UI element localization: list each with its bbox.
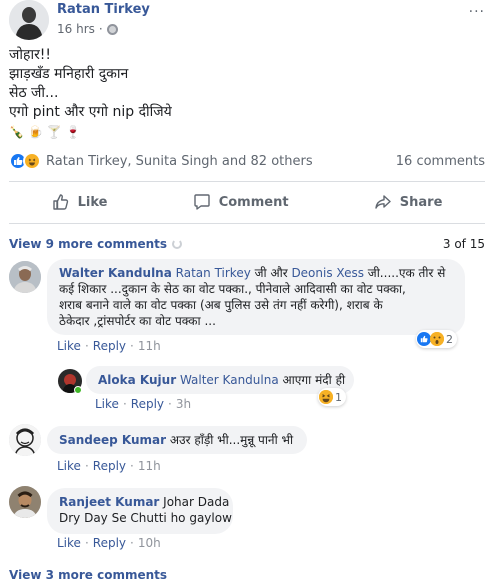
share-label: Share [399, 194, 443, 210]
like-reaction-icon [417, 332, 431, 346]
comment-reactions[interactable]: 2 [416, 330, 457, 348]
comment-time[interactable]: 3h [176, 397, 191, 411]
comment-button[interactable]: Comment [193, 193, 289, 211]
separator-dot: · [130, 459, 134, 473]
divider [9, 181, 485, 182]
comment-text: जी और [250, 266, 292, 280]
comment-reactions[interactable]: 1 [318, 388, 346, 406]
cocktail-emoji: 🍸 [46, 125, 62, 139]
separator-dot: · [84, 459, 89, 473]
comment-actions: Like · Reply · 11h [57, 459, 161, 473]
wow-reaction-icon [430, 332, 444, 346]
post-text: जोहार!! झाड़खँड मनिहारी दुकान सेठ जी... … [9, 46, 172, 142]
comment-text: अउर हाँड़ी भी...मुन्नू पानी भी [166, 433, 294, 447]
commenter-name[interactable]: Sandeep Kumar [59, 433, 166, 447]
separator-dot: · [130, 339, 134, 353]
separator-dot: · [130, 536, 134, 550]
comment-time[interactable]: 10h [138, 536, 161, 550]
champagne-emoji: 🍾 [9, 125, 24, 139]
commenter-avatar[interactable] [9, 486, 41, 518]
separator-dot: · [84, 339, 89, 353]
post-time[interactable]: 16 hrs [57, 22, 95, 36]
comment-text: Johar Dada [159, 495, 230, 509]
action-bar: Like Comment Share [9, 186, 485, 218]
comment-time[interactable]: 11h [138, 339, 161, 353]
comment-bubble: Ranjeet Kumar Johar Dada Dry Day Se Chut… [47, 488, 233, 534]
haha-reaction-icon [319, 390, 333, 404]
commenter-avatar[interactable] [9, 424, 41, 456]
separator-dot: · [168, 397, 172, 411]
comments-pager: 3 of 15 [442, 237, 485, 251]
comments-bar: View 9 more comments 3 of 15 [9, 237, 485, 251]
comment-like-link[interactable]: Like [57, 459, 81, 473]
share-button[interactable]: Share [374, 193, 443, 211]
comments-count[interactable]: 16 comments [396, 154, 485, 169]
comment-bubble: Sandeep Kumar अउर हाँड़ी भी...मुन्नू पान… [47, 426, 307, 454]
divider [9, 223, 485, 224]
comment-text: Dry Day Se Chutti ho gaylow [59, 511, 232, 525]
mention-tag[interactable]: Deonis Xess [291, 266, 364, 280]
more-options-icon[interactable]: ··· [469, 4, 485, 20]
comment-icon [193, 194, 210, 210]
haha-reaction-icon[interactable] [23, 152, 41, 170]
like-label: Like [77, 194, 108, 210]
comment-text: जी.....एक तीर से [363, 266, 446, 280]
view-more-comments-link[interactable]: View 3 more comments [9, 568, 167, 580]
comment-reply-link[interactable]: Reply [93, 339, 126, 353]
separator-dot: · [84, 536, 89, 550]
comment-label: Comment [218, 194, 289, 210]
separator-dot: · [98, 22, 103, 36]
comment-actions: Like · Reply · 3h [95, 397, 191, 411]
reaction-names[interactable]: Ratan Tirkey, Sunita Singh and 82 others [46, 154, 313, 169]
post-meta: 16 hrs · [57, 22, 118, 36]
post-line: जोहार!! [9, 47, 52, 63]
post-line: झाड़खँड मनिहारी दुकान [9, 66, 129, 82]
author-name[interactable]: Ratan Tirkey [57, 2, 150, 17]
comment-time[interactable]: 11h [138, 459, 161, 473]
mention-tag[interactable]: Ratan Tirkey [176, 266, 251, 280]
post-line: एगो pint और एगो nip दीजिये [9, 104, 172, 120]
wine-emoji: 🍷 [65, 125, 81, 139]
comment-reply-link[interactable]: Reply [93, 536, 126, 550]
like-button[interactable]: Like [52, 193, 108, 211]
comment-bubble: Walter Kandulna Ratan Tirkey जी और Deoni… [47, 259, 465, 335]
comment-bubble: Aloka Kujur Walter Kandulna आएगा मंदी ही [86, 366, 354, 394]
comment-like-link[interactable]: Like [57, 536, 81, 550]
commenter-name[interactable]: Ranjeet Kumar [59, 495, 159, 509]
comment-reply-link[interactable]: Reply [131, 397, 164, 411]
comment-actions: Like · Reply · 10h [57, 536, 161, 550]
separator-dot: · [122, 397, 127, 411]
commenter-name[interactable]: Walter Kandulna [59, 266, 172, 280]
commenter-name[interactable]: Aloka Kujur [98, 373, 176, 387]
thumbs-up-icon [52, 194, 68, 210]
commenter-avatar[interactable] [9, 261, 41, 293]
comment-actions: Like · Reply · 11h [57, 339, 161, 353]
reactions-bar: Ratan Tirkey, Sunita Singh and 82 others… [9, 151, 485, 171]
view-more-comments-link[interactable]: View 9 more comments [9, 237, 167, 251]
author-avatar[interactable] [9, 0, 49, 40]
share-icon [375, 195, 391, 209]
mention-tag[interactable]: Walter Kandulna [180, 373, 279, 387]
comment-text: शराब बनाने वाले का वोट पक्का (अब पुलिस उ… [59, 298, 383, 312]
comment-reply-link[interactable]: Reply [93, 459, 126, 473]
reaction-count: 2 [446, 332, 453, 346]
reaction-count: 1 [335, 390, 342, 404]
facebook-post: Ratan Tirkey 16 hrs · ··· जोहार!! झाड़खँ… [0, 0, 499, 580]
comment-text: कई शिकार ...दुकान के सेठ का वोट पक्का., … [59, 282, 406, 296]
post-line: सेठ जी... [9, 85, 59, 101]
loading-spinner-icon [172, 239, 183, 249]
comment-like-link[interactable]: Like [95, 397, 119, 411]
online-status-icon [74, 386, 82, 394]
comment-text: ठेकेदार ,ट्रांसपोर्टर का वोट पक्का ... [59, 314, 216, 328]
comment-text: आएगा मंदी ही [278, 373, 346, 387]
emoji-row: 🍾 🍺 🍸 🍷 [9, 123, 172, 142]
globe-icon [106, 23, 118, 35]
comment-like-link[interactable]: Like [57, 339, 81, 353]
beer-emoji: 🍺 [27, 125, 43, 139]
